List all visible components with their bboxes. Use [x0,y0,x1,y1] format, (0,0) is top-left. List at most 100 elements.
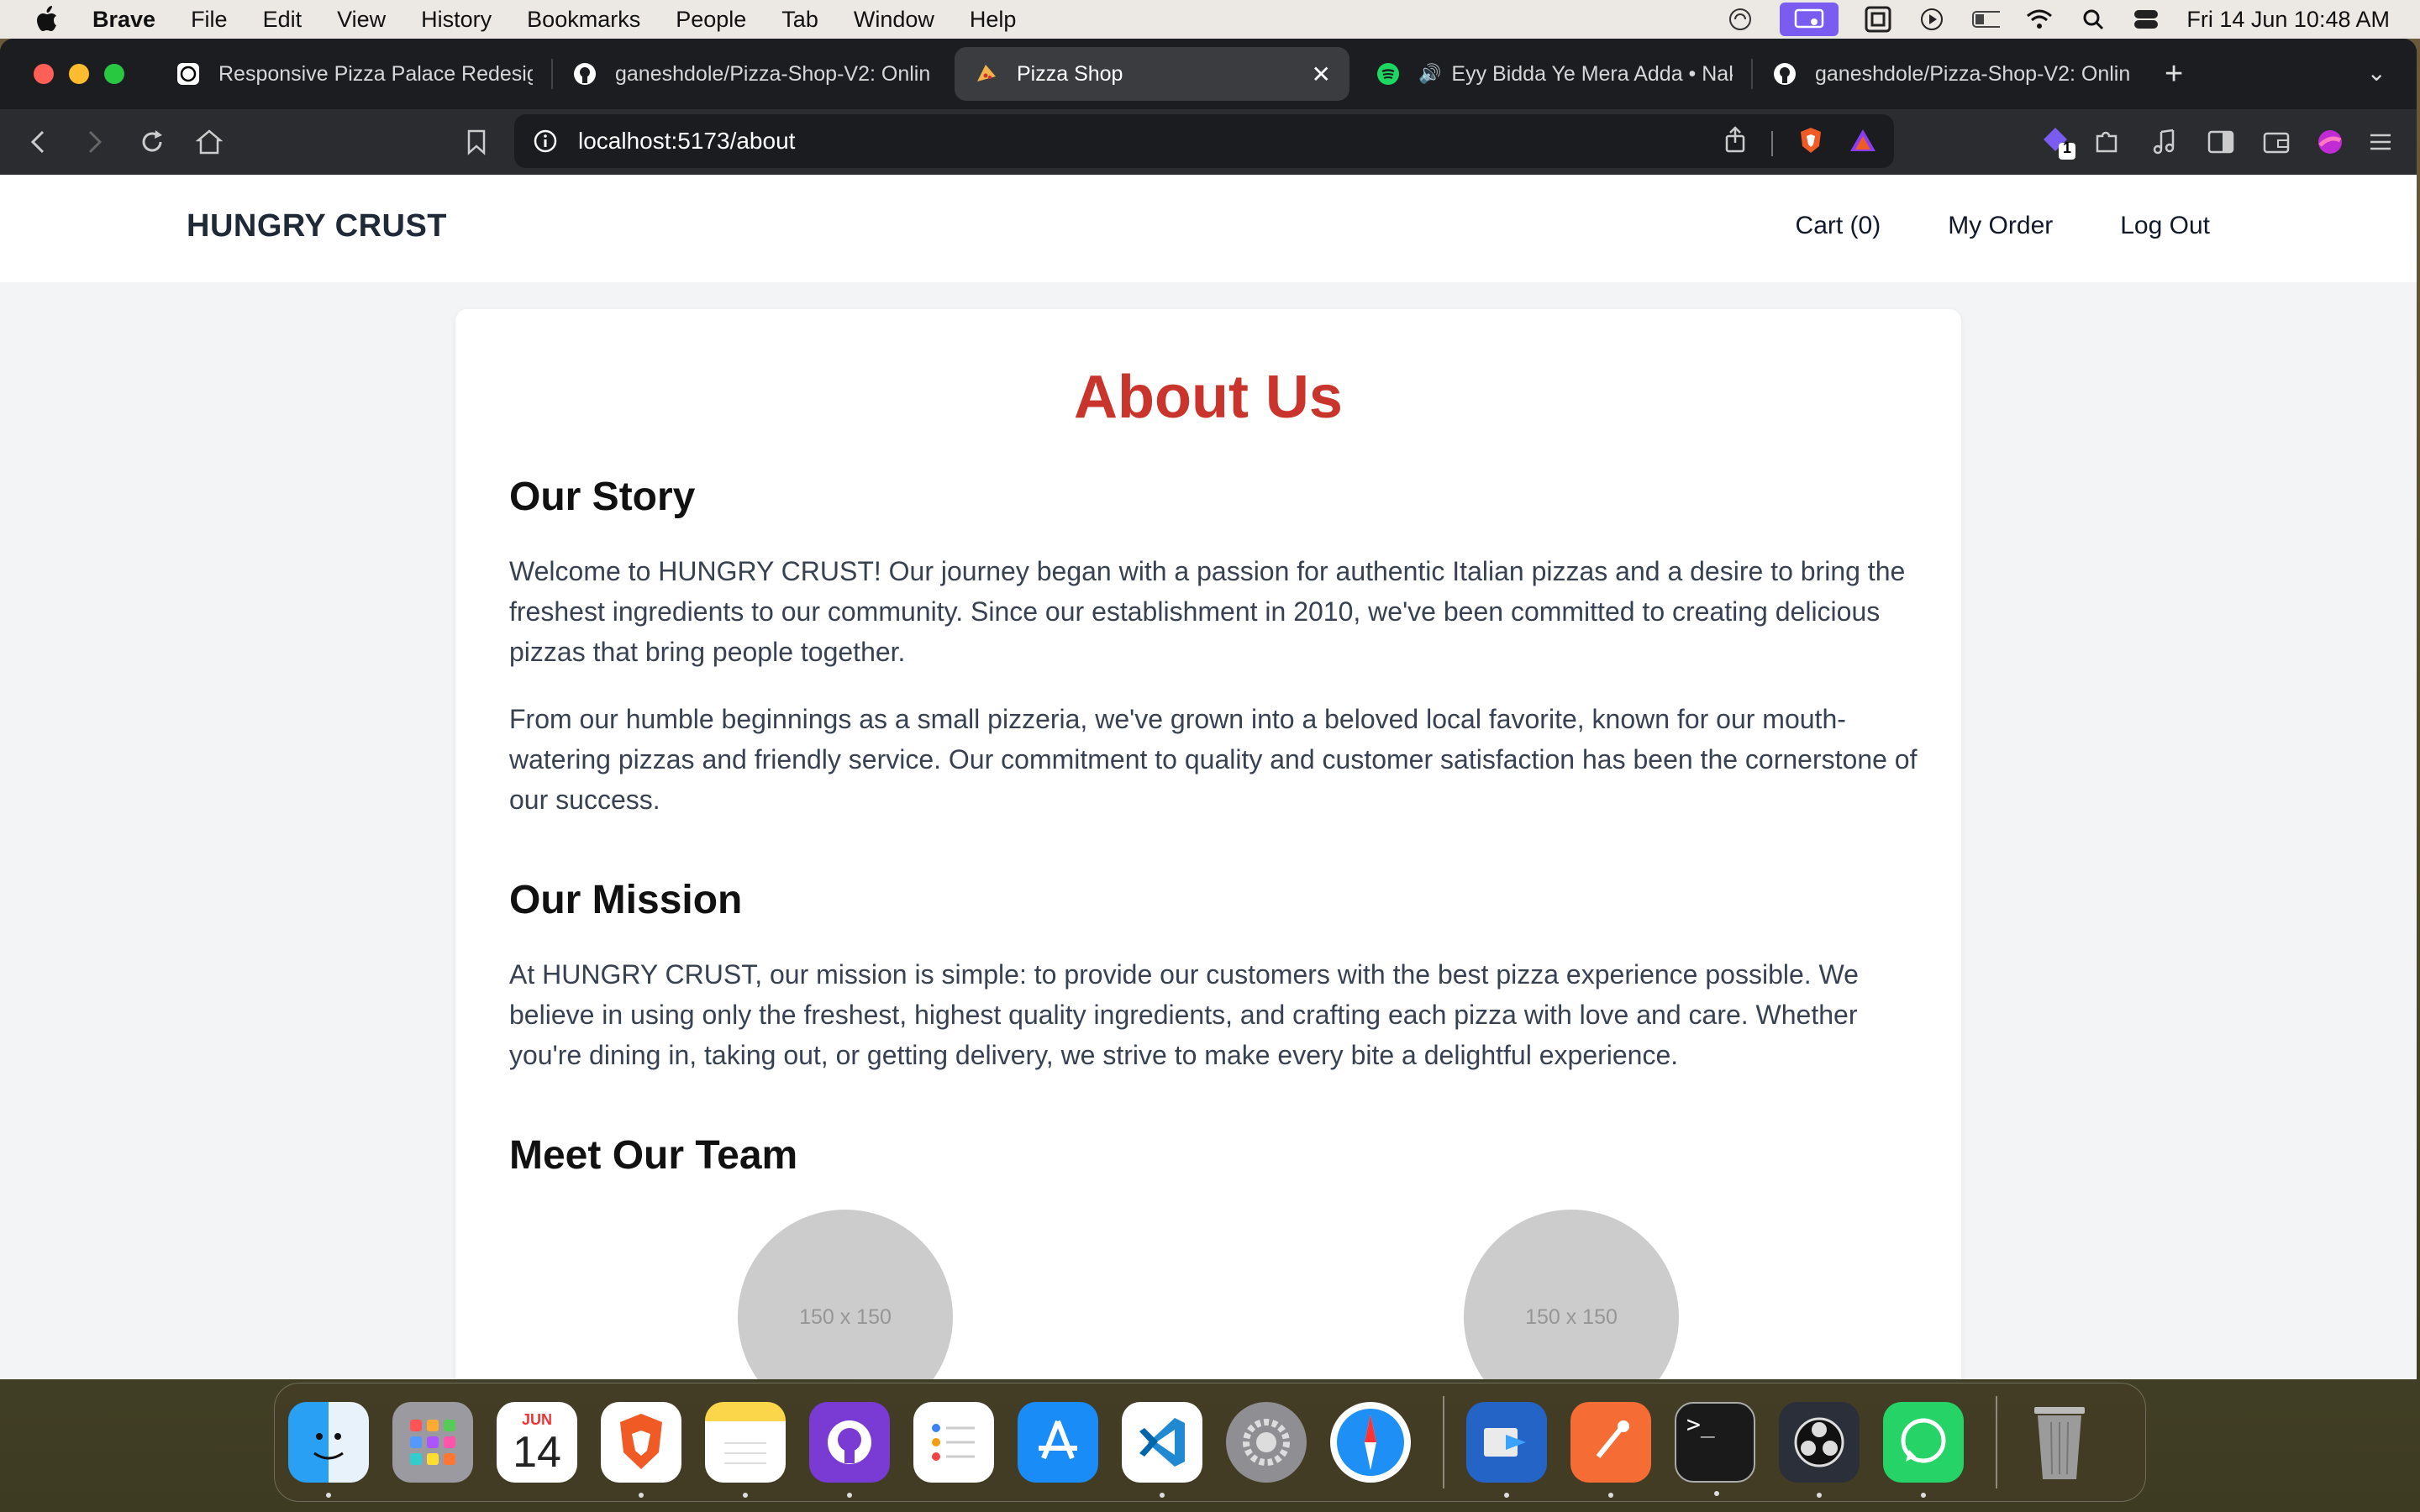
control-center-icon[interactable] [2133,7,2161,32]
menu-edit[interactable]: Edit [263,7,302,33]
apple-icon[interactable] [34,4,62,34]
tab-title: ganeshdole/Pizza-Shop-V2: Onlin [615,61,929,86]
menu-help[interactable]: Help [970,7,1017,33]
github-desktop-icon[interactable] [809,1402,890,1498]
tab-title: Pizza Shop [1017,61,1123,86]
terminal-prompt-glyph: >_ [1686,1410,1715,1438]
wallet-icon[interactable] [2262,128,2291,156]
tab-github-pizza-shop[interactable]: ganeshdole/Pizza-Shop-V2: Onlin [553,47,948,101]
running-indicator [743,1493,748,1498]
postman-icon[interactable] [1570,1402,1651,1498]
tab-pizza-shop[interactable]: Pizza Shop ✕ [955,47,1349,101]
close-window-button[interactable] [34,64,54,84]
address-bar[interactable]: localhost:5173/about [514,114,1894,168]
notes-icon[interactable] [705,1402,786,1498]
migration-assistant-icon[interactable] [1466,1402,1547,1498]
tab-spotify[interactable]: 🔊 Eyy Bidda Ye Mera Adda • Nak [1356,47,1751,101]
reload-icon[interactable] [138,128,166,156]
brave-icon[interactable] [601,1402,681,1498]
share-icon[interactable] [1724,126,1746,160]
menu-view[interactable]: View [337,7,386,33]
reminders-icon[interactable] [913,1402,994,1483]
system-settings-icon[interactable] [1226,1402,1307,1483]
menu-app-name[interactable]: Brave [92,7,155,33]
menu-tab[interactable]: Tab [781,7,818,33]
team-member-avatar: 150 x 150 [738,1210,953,1379]
tab-title: Responsive Pizza Palace Redesign [218,61,533,86]
media-music-icon[interactable] [2149,128,2178,156]
browser-window: Responsive Pizza Palace Redesign ganeshd… [0,39,2417,1379]
menu-people[interactable]: People [676,7,746,33]
running-indicator [1504,1493,1509,1498]
speaker-icon[interactable]: 🔊 [1418,63,1441,85]
obs-icon[interactable] [1779,1402,1860,1498]
running-indicator [326,1493,331,1498]
profile-avatar-icon[interactable] [2316,128,2344,156]
tab-search-chevron-icon[interactable]: ⌄ [2367,59,2386,87]
macos-dock: JUN 14 >_ [274,1383,2146,1502]
url-text[interactable]: localhost:5173/about [578,128,795,155]
github-icon [1771,60,1798,87]
minimize-window-button[interactable] [69,64,89,84]
bookmark-icon[interactable] [462,128,491,156]
chatgpt-status-icon[interactable] [1726,7,1754,32]
menu-bookmarks[interactable]: Bookmarks [527,7,640,33]
zoom-window-button[interactable] [104,64,124,84]
extensions-puzzle-icon[interactable] [2092,126,2121,155]
close-tab-icon[interactable]: ✕ [1312,60,1331,88]
tab-title: Eyy Bidda Ye Mera Adda • Nak [1451,61,1733,86]
app-store-icon[interactable] [1018,1402,1098,1483]
tab-responsive-pizza-palace[interactable]: Responsive Pizza Palace Redesign [156,47,551,101]
tab-title: ganeshdole/Pizza-Shop-V2: Onlin [1815,61,2129,86]
launchpad-icon[interactable] [392,1402,473,1483]
site-info-icon[interactable] [533,129,558,154]
home-icon[interactable] [195,128,224,156]
browser-toolbar: localhost:5173/about 1 [0,109,2417,175]
trash-icon[interactable] [2019,1402,2100,1483]
play-icon[interactable] [1918,7,1946,32]
whatsapp-icon[interactable] [1883,1402,1964,1498]
site-brand-logo[interactable]: HUNGRY CRUST [187,208,447,244]
wifi-icon[interactable] [2025,7,2054,32]
battery-icon[interactable] [1971,7,2001,32]
forward-icon[interactable] [81,128,109,156]
site-nav-links: Cart (0) My Order Log Out [1796,212,2210,240]
site-navbar: HUNGRY CRUST Cart (0) My Order Log Out [0,175,2417,282]
extension-badge-count: 1 [2063,139,2072,156]
macos-menu-bar: Brave File Edit View History Bookmarks P… [0,0,2420,39]
brave-shields-icon[interactable] [1798,126,1823,160]
menu-window[interactable]: Window [854,7,934,33]
menu-hamburger-icon[interactable] [2366,128,2395,156]
running-indicator [1817,1493,1822,1498]
stage-manager-icon[interactable] [1864,6,1892,33]
spotify-icon [1375,60,1402,87]
tab-github-pizza-shop-2[interactable]: ganeshdole/Pizza-Shop-V2: Onlin [1753,47,2148,101]
dock-divider [1443,1396,1444,1488]
running-indicator [1714,1491,1719,1496]
our-story-paragraph-2: From our humble beginnings as a small pi… [509,704,1918,815]
menu-file[interactable]: File [191,7,228,33]
back-icon[interactable] [24,128,52,156]
spotlight-search-icon[interactable] [2079,7,2107,32]
nav-my-order-link[interactable]: My Order [1948,212,2053,240]
avatar-placeholder-label: 150 x 150 [799,1305,892,1329]
extension-badge-icon[interactable]: 1 [2040,124,2075,160]
vscode-icon[interactable] [1122,1402,1202,1498]
menubar-clock[interactable]: Fri 14 Jun 10:48 AM [2186,7,2390,33]
openai-icon [175,60,202,87]
running-indicator [1921,1493,1926,1498]
avatar-placeholder-label: 150 x 150 [1525,1305,1618,1329]
calendar-icon[interactable]: JUN 14 [497,1402,577,1483]
finder-icon[interactable] [288,1402,369,1498]
safari-icon[interactable] [1330,1402,1411,1483]
screen-share-icon[interactable] [1780,3,1839,36]
nav-logout-link[interactable]: Log Out [2120,212,2210,240]
our-mission-heading: Our Mission [509,878,743,922]
new-tab-icon[interactable]: + [2165,56,2183,92]
sidebar-toggle-icon[interactable] [2207,128,2235,156]
brave-rewards-icon[interactable] [1849,128,1877,159]
github-icon [571,60,598,87]
menu-history[interactable]: History [421,7,492,33]
terminal-icon[interactable]: >_ [1675,1402,1755,1496]
nav-cart-link[interactable]: Cart (0) [1796,212,1881,240]
